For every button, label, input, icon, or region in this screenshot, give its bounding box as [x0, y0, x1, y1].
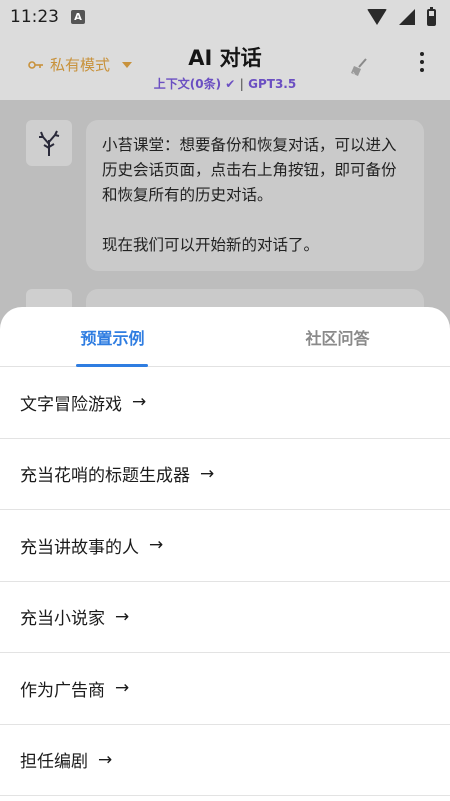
list-item-label: 文字冒险游戏: [20, 394, 122, 415]
model-label: GPT3.5: [248, 77, 297, 91]
list-item[interactable]: 担任编剧 →: [0, 725, 450, 796]
list-item-label: 充当讲故事的人: [20, 537, 139, 558]
app-header: 私有模式 AI 对话 上下文(0条) ✔ | GPT3.5: [0, 34, 450, 100]
chat-message: 小苔课堂：想要备份和恢复对话，可以进入 历史会话页面，点击右上角按钮，即可备份和…: [0, 120, 450, 271]
tab-community-qa[interactable]: 社区问答: [225, 307, 450, 366]
tab-preset-examples[interactable]: 预置示例: [0, 307, 225, 366]
list-item[interactable]: 作为广告商 →: [0, 653, 450, 725]
arrow-right-icon: →: [115, 678, 130, 699]
context-count: 上下文(0条): [153, 77, 222, 91]
list-item-label: 作为广告商: [20, 680, 105, 701]
separator: |: [239, 77, 244, 91]
list-item-label: 充当花哨的标题生成器: [20, 466, 190, 487]
message-text: 现在我们可以开始新的对话了。: [102, 236, 320, 254]
tree-icon: [39, 130, 60, 156]
sheet-tabs: 预置示例 社区问答: [0, 307, 450, 367]
list-item[interactable]: 充当花哨的标题生成器 →: [0, 439, 450, 510]
list-item-label: 担任编剧: [20, 752, 88, 773]
list-item[interactable]: 充当讲故事的人 →: [0, 510, 450, 582]
message-bubble: 小苔课堂：想要备份和恢复对话，可以进入 历史会话页面，点击右上角按钮，即可备份和…: [86, 120, 424, 271]
broom-clear-icon[interactable]: [348, 56, 370, 83]
message-text: 小苔课堂：想要备份和恢复对话，可以进入 历史会话页面，点击右上角按钮，即可备份和…: [102, 136, 397, 204]
list-item[interactable]: 文字冒险游戏 →: [0, 367, 450, 439]
wifi-icon: [367, 9, 387, 25]
status-bar: 11:23 A: [0, 0, 450, 34]
bot-avatar: [26, 120, 72, 166]
context-info[interactable]: 上下文(0条) ✔ | GPT3.5: [0, 75, 450, 92]
status-time: 11:23: [10, 7, 59, 27]
arrow-right-icon: →: [98, 749, 113, 770]
arrow-right-icon: →: [132, 392, 147, 413]
check-icon: ✔: [225, 77, 236, 91]
arrow-right-icon: →: [115, 606, 130, 627]
signal-icon: [399, 9, 415, 25]
list-item[interactable]: 充当小说家 →: [0, 582, 450, 653]
tab-indicator: [76, 364, 148, 367]
notification-a-icon: A: [71, 10, 85, 24]
list-item-label: 充当小说家: [20, 609, 105, 630]
arrow-right-icon: →: [200, 463, 215, 484]
arrow-right-icon: →: [149, 535, 164, 556]
examples-bottom-sheet: 预置示例 社区问答 文字冒险游戏 → 充当花哨的标题生成器 → 充当讲故事的人 …: [0, 307, 450, 801]
battery-icon: [427, 6, 436, 26]
more-menu-icon[interactable]: [420, 52, 424, 72]
page-title: AI 对话: [188, 46, 262, 70]
